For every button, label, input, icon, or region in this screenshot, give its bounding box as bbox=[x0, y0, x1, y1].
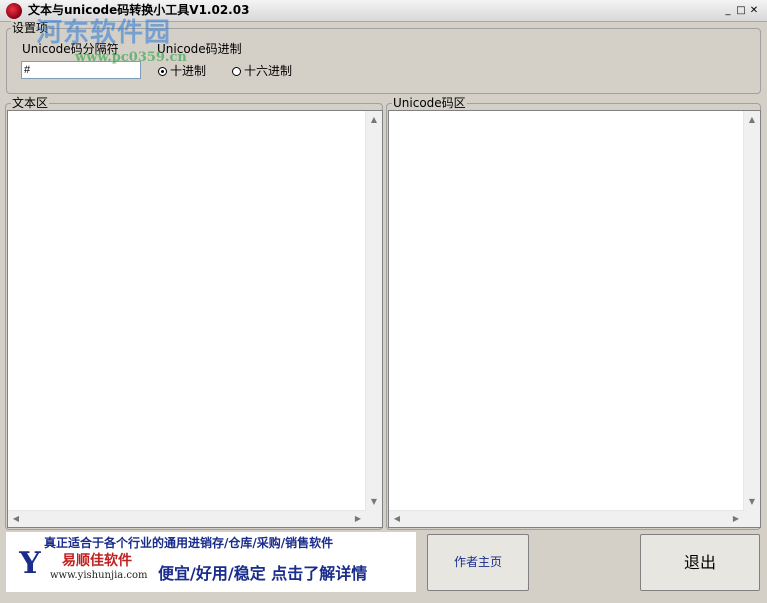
scroll-corner bbox=[366, 511, 382, 527]
maximize-button[interactable]: □ bbox=[736, 5, 746, 16]
scroll-corner bbox=[744, 511, 760, 527]
app-icon[interactable] bbox=[6, 3, 22, 19]
radio-hex[interactable]: 十六进制 bbox=[232, 64, 292, 79]
banner-tagline: 真正适合于各个行业的通用进销存/仓库/采购/销售软件 bbox=[44, 536, 334, 550]
unicode-area-label: Unicode码区 bbox=[392, 96, 467, 110]
scroll-right-arrow-icon[interactable]: ▶ bbox=[731, 514, 741, 524]
radio-decimal-dot[interactable] bbox=[158, 67, 167, 76]
text-area-hscrollbar[interactable]: ◀ ▶ bbox=[8, 510, 366, 527]
scroll-left-arrow-icon[interactable]: ◀ bbox=[392, 514, 402, 524]
ad-banner[interactable]: Y 真正适合于各个行业的通用进销存/仓库/采购/销售软件 易顺佳软件 www.y… bbox=[6, 532, 416, 592]
banner-brand-name: 易顺佳软件 bbox=[62, 553, 132, 569]
close-button[interactable]: ✕ bbox=[749, 5, 759, 16]
radio-decimal-label: 十进制 bbox=[170, 64, 207, 78]
scroll-up-arrow-icon[interactable]: ▲ bbox=[747, 115, 757, 125]
watermark-logo: 河东软件园 bbox=[36, 18, 172, 48]
scroll-up-arrow-icon[interactable]: ▲ bbox=[369, 115, 379, 125]
radio-hex-dot[interactable] bbox=[232, 67, 241, 76]
scroll-down-arrow-icon[interactable]: ▼ bbox=[369, 497, 379, 507]
unicode-input-area[interactable]: ▲ ▼ ◀ ▶ bbox=[388, 110, 761, 528]
unicode-area-hscrollbar[interactable]: ◀ ▶ bbox=[389, 510, 744, 527]
scroll-left-arrow-icon[interactable]: ◀ bbox=[11, 514, 21, 524]
banner-url: www.yishunjia.com bbox=[50, 570, 148, 581]
unicode-area-vscrollbar[interactable]: ▲ ▼ bbox=[743, 111, 760, 511]
exit-button[interactable]: 退出 bbox=[640, 534, 760, 591]
text-input-area[interactable]: ▲ ▼ ◀ ▶ bbox=[7, 110, 383, 528]
text-area-vscrollbar[interactable]: ▲ ▼ bbox=[365, 111, 382, 511]
watermark-url: www.pc0359.cn bbox=[75, 50, 187, 65]
radio-decimal[interactable]: 十进制 bbox=[158, 64, 206, 79]
scroll-down-arrow-icon[interactable]: ▼ bbox=[747, 497, 757, 507]
radio-hex-label: 十六进制 bbox=[244, 64, 293, 78]
text-area-label: 文本区 bbox=[11, 96, 50, 110]
scroll-right-arrow-icon[interactable]: ▶ bbox=[353, 514, 363, 524]
minimize-button[interactable]: _ bbox=[723, 5, 733, 16]
author-home-button[interactable]: 作者主页 bbox=[427, 534, 529, 591]
banner-promo: 便宜/好用/稳定 点击了解详情 bbox=[158, 564, 368, 583]
